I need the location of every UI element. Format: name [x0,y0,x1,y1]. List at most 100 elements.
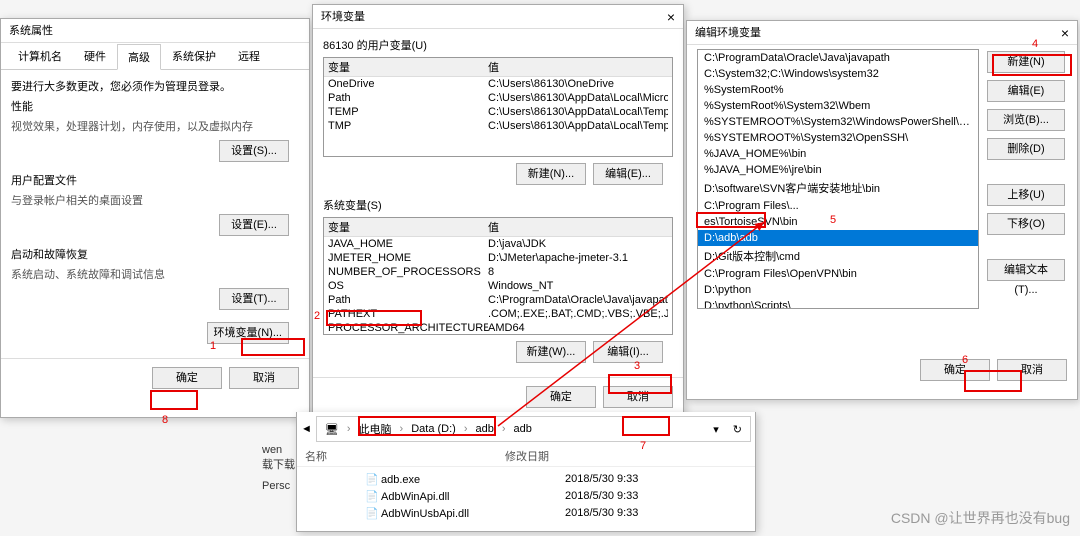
tab-advanced[interactable]: 高级 [117,44,161,70]
exp-hdr-date[interactable]: 修改日期 [505,448,549,464]
table-row[interactable]: PathC:\Users\86130\AppData\Local\Microso… [324,91,672,105]
delete-button[interactable]: 删除(D) [987,138,1065,160]
table-row[interactable]: TEMPC:\Users\86130\AppData\Local\Temp [324,105,672,119]
list-item[interactable]: %JAVA_HOME%\bin [698,146,978,162]
mark-6: 6 [962,354,968,366]
env-vars-button[interactable]: 环境变量(N)... [207,322,289,344]
tab-hardware[interactable]: 硬件 [73,43,117,69]
list-item[interactable]: D:\Git版本控制\cmd [698,246,978,266]
table-row[interactable]: PROCESSOR_ARCHITECTUREAMD64 [324,321,672,335]
admin-note: 要进行大多数更改，您必须作为管理员登录。 [11,78,299,94]
list-item[interactable]: es\TortoiseSVN\bin [698,214,978,230]
movedown-button[interactable]: 下移(O) [987,213,1065,235]
browse-button[interactable]: 浏览(B)... [987,109,1065,131]
user-hdr-val: 值 [488,59,668,75]
nav-back-icon[interactable]: ◄ [301,423,312,435]
dropdown-icon[interactable]: ▾ [709,423,723,436]
user-vars-list[interactable]: 变量值 OneDriveC:\Users\86130\OneDrivePathC… [323,57,673,157]
side-item[interactable]: Persc [262,480,302,492]
sys-vars-list[interactable]: 变量值 JAVA_HOMED:\java\JDKJMETER_HOMED:\JM… [323,217,673,335]
watermark: CSDN @让世界再也没有bug [891,508,1070,528]
file-row[interactable]: 📄AdbWinApi.dll2018/5/30 9:33 [365,488,747,505]
table-row[interactable]: OSWindows_NT [324,279,672,293]
edit-env-var-window: 编辑环境变量 × C:\ProgramData\Oracle\Java\java… [686,20,1078,400]
perf-desc: 视觉效果，处理器计划，内存使用，以及虚拟内存 [11,118,299,134]
envvar-ok-button[interactable]: 确定 [526,386,596,408]
user-new-button[interactable]: 新建(N)... [516,163,586,185]
crumb-adb2[interactable]: adb [510,423,536,435]
tab-system-protection[interactable]: 系统保护 [161,43,227,69]
editpath-titlebar: 编辑环境变量 × [687,21,1077,45]
editpath-ok-button[interactable]: 确定 [920,359,990,381]
explorer-sidebar: wen 载下载 Persc [262,444,302,492]
userprofile-title: 用户配置文件 [11,172,299,188]
breadcrumb[interactable]: 🖥 › 此电脑› Data (D:)› adb› adb ▾ ↻ [316,416,751,442]
list-item[interactable]: %SYSTEMROOT%\System32\WindowsPowerShell\… [698,114,978,130]
list-item[interactable]: D:\python [698,282,978,298]
sysprops-cancel-button[interactable]: 取消 [229,367,299,389]
envvar-title: 环境变量 [321,5,365,28]
mark-7: 7 [640,440,646,452]
list-item[interactable]: %SYSTEMROOT%\System32\OpenSSH\ [698,130,978,146]
envvar-titlebar: 环境变量 × [313,5,683,29]
editpath-title: 编辑环境变量 [695,21,761,44]
path-list[interactable]: C:\ProgramData\Oracle\Java\javapathC:\Sy… [697,49,979,309]
mark-2: 2 [314,310,320,322]
tab-remote[interactable]: 远程 [227,43,271,69]
sysprops-ok-button[interactable]: 确定 [152,367,222,389]
table-row[interactable]: PathC:\ProgramData\Oracle\Java\javapath;… [324,293,672,307]
file-list[interactable]: 📄adb.exe2018/5/30 9:33📄AdbWinApi.dll2018… [357,467,755,526]
edit-button[interactable]: 编辑(E) [987,80,1065,102]
mark-8: 8 [162,414,168,426]
edittext-button[interactable]: 编辑文本(T)... [987,259,1065,281]
mark-3: 3 [634,360,640,372]
mark-5: 5 [830,214,836,226]
editpath-close-icon[interactable]: × [1061,21,1069,44]
list-item[interactable]: %SystemRoot% [698,82,978,98]
sys-edit-button[interactable]: 编辑(I)... [593,341,663,363]
table-row[interactable]: TMPC:\Users\86130\AppData\Local\Temp [324,119,672,133]
list-item[interactable]: C:\Program Files\OpenVPN\bin [698,266,978,282]
list-item[interactable]: C:\ProgramData\Oracle\Java\javapath [698,50,978,66]
side-item[interactable]: wen [262,444,302,456]
new-button[interactable]: 新建(N) [987,51,1065,73]
table-row[interactable]: OneDriveC:\Users\86130\OneDrive [324,77,672,91]
user-edit-button[interactable]: 编辑(E)... [593,163,663,185]
perf-title: 性能 [11,98,299,114]
crumb-pc[interactable]: 此电脑 [355,421,396,437]
tab-computer-name[interactable]: 计算机名 [7,43,73,69]
editpath-cancel-button[interactable]: 取消 [997,359,1067,381]
file-row[interactable]: 📄AdbWinUsbApi.dll2018/5/30 9:33 [365,505,747,522]
sys-vars-label: 系统变量(S) [323,197,673,213]
exp-hdr-name[interactable]: 名称 [305,448,505,464]
explorer-window: ◄ 🖥 › 此电脑› Data (D:)› adb› adb ▾ ↻ 名称 修改… [296,412,756,532]
refresh-icon[interactable]: ↻ [729,423,746,436]
list-item[interactable]: D:\software\SVN客户端安装地址\bin [698,178,978,198]
table-row[interactable]: JMETER_HOMED:\JMeter\apache-jmeter-3.1 [324,251,672,265]
envvar-close-icon[interactable]: × [667,5,675,28]
user-hdr-var: 变量 [328,59,488,75]
list-item[interactable]: %SystemRoot%\System32\Wbem [698,98,978,114]
envvar-cancel-button[interactable]: 取消 [603,386,673,408]
userprofile-settings-button[interactable]: 设置(E)... [219,214,289,236]
moveup-button[interactable]: 上移(U) [987,184,1065,206]
perf-settings-button[interactable]: 设置(S)... [219,140,289,162]
list-item[interactable]: C:\Program Files\... [698,198,978,214]
table-row[interactable]: NUMBER_OF_PROCESSORS8 [324,265,672,279]
table-row[interactable]: JAVA_HOMED:\java\JDK [324,237,672,251]
startup-settings-button[interactable]: 设置(T)... [219,288,289,310]
side-item[interactable]: 载下载 [262,456,302,472]
sysprops-tabs: 计算机名 硬件 高级 系统保护 远程 [1,43,309,70]
pc-icon: 🖥 [321,423,343,436]
file-row[interactable]: 📄adb.exe2018/5/30 9:33 [365,471,747,488]
sysprops-title: 系统属性 [9,19,53,42]
startup-desc: 系统启动、系统故障和调试信息 [11,266,299,282]
crumb-adb1[interactable]: adb [472,423,498,435]
list-item[interactable]: %JAVA_HOME%\jre\bin [698,162,978,178]
table-row[interactable]: PATHEXT.COM;.EXE;.BAT;.CMD;.VBS;.VBE;.JS… [324,307,672,321]
list-item[interactable]: D:\python\Scripts\ [698,298,978,309]
list-item[interactable]: D:\adb\adb [698,230,978,246]
crumb-drive[interactable]: Data (D:) [407,423,460,435]
sys-new-button[interactable]: 新建(W)... [516,341,586,363]
list-item[interactable]: C:\System32;C:\Windows\system32 [698,66,978,82]
